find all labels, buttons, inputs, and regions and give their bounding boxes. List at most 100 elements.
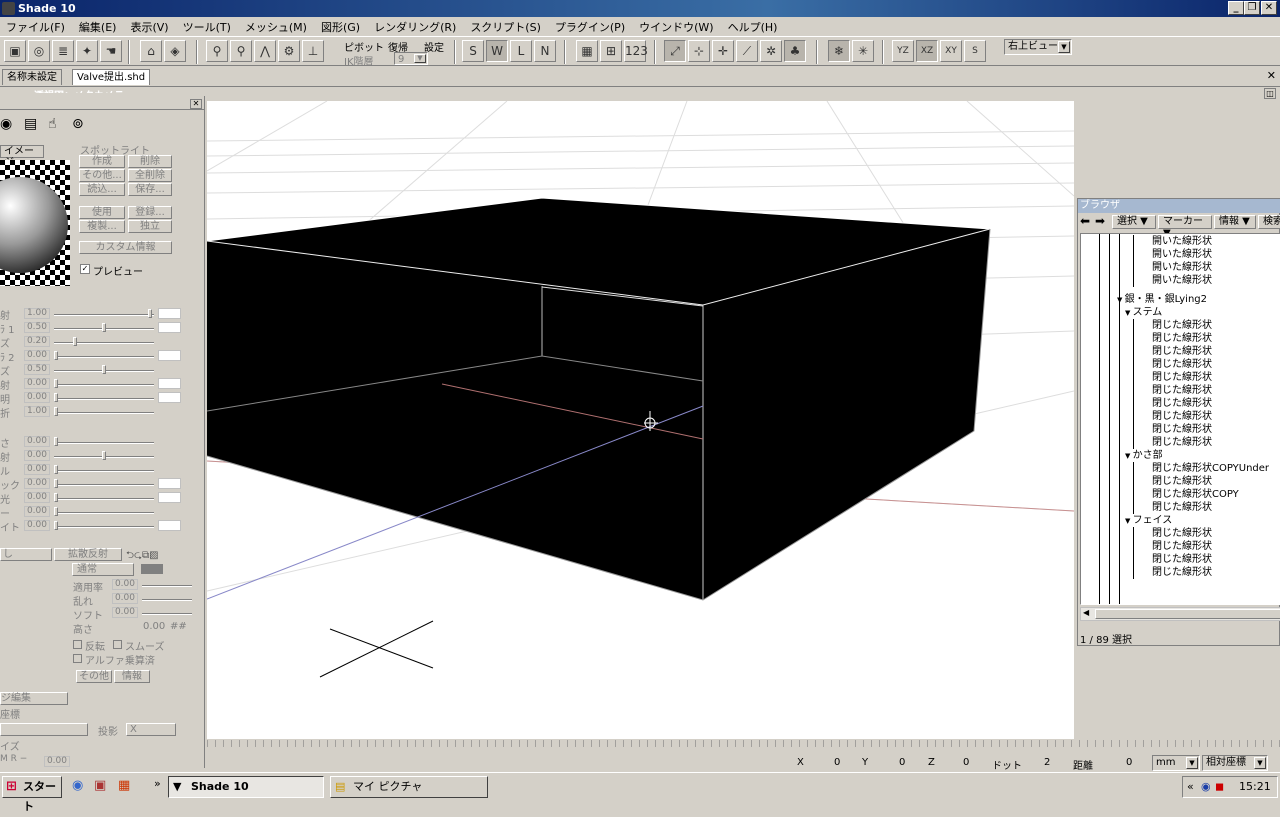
expand-triangle-icon[interactable]: ▼	[1125, 517, 1133, 525]
register-button[interactable]: 登録...	[128, 206, 172, 219]
tree-row[interactable]: 閉じた線形状	[1133, 553, 1280, 566]
snap2-icon[interactable]: ⊹	[688, 40, 710, 62]
slider-thumb[interactable]	[54, 393, 58, 402]
xz-view-button[interactable]: XZ	[916, 40, 938, 62]
grid-icon[interactable]: ▦	[576, 40, 598, 62]
menu-plugin[interactable]: プラグイン(P)	[555, 19, 625, 35]
slider-value[interactable]: 0.50	[24, 322, 50, 333]
browser-search-button[interactable]: 検索	[1258, 215, 1280, 229]
slider-thumb[interactable]	[54, 379, 58, 388]
mapping-type-select[interactable]: 拡散反射	[54, 548, 122, 561]
color-swatch[interactable]	[158, 350, 181, 361]
slider-value[interactable]: 0.00	[24, 450, 50, 461]
color-swatch[interactable]	[158, 492, 181, 503]
n-tool-icon[interactable]: N	[534, 40, 556, 62]
minimize-button[interactable]: _	[1228, 1, 1244, 15]
color-swatch[interactable]	[158, 322, 181, 333]
tree-row[interactable]: 閉じた線形状	[1133, 501, 1280, 514]
menu-shape[interactable]: 図形(G)	[321, 19, 360, 35]
pivot-label[interactable]: ピボット	[344, 39, 384, 54]
tray-expand-icon[interactable]: «	[1187, 777, 1194, 797]
slider-value[interactable]: 0.50	[24, 364, 50, 375]
bone-icon[interactable]: ⋀	[254, 40, 276, 62]
browser-select-menu[interactable]: 選択 ▼	[1112, 215, 1156, 229]
rate-value[interactable]: 0.00	[112, 579, 138, 590]
slider-track[interactable]	[54, 526, 154, 528]
tree-row[interactable]: 閉じた線形状	[1133, 475, 1280, 488]
delete-button[interactable]: 削除	[128, 155, 172, 168]
axis-icon[interactable]: ⊥	[302, 40, 324, 62]
tree-row[interactable]: ▼ かさ部	[1125, 449, 1280, 462]
s-tool-icon[interactable]: S	[462, 40, 484, 62]
tree-row[interactable]: 開いた線形状	[1133, 261, 1280, 274]
slider-value[interactable]: 0.00	[24, 520, 50, 531]
star-icon[interactable]: ✳	[852, 40, 874, 62]
browser-hscrollbar[interactable]: ◀	[1080, 607, 1280, 621]
menu-edit[interactable]: 編集(E)	[79, 19, 117, 35]
slider-thumb[interactable]	[102, 365, 106, 374]
xy-view-button[interactable]: XY	[940, 40, 962, 62]
color-swatch[interactable]	[158, 478, 181, 489]
joint2-icon[interactable]: ⚲	[230, 40, 252, 62]
expand-triangle-icon[interactable]: ▼	[1125, 452, 1133, 460]
save-button[interactable]: 保存...	[128, 183, 172, 196]
tab-untitled[interactable]: 名称未設定	[2, 69, 62, 85]
slider-thumb[interactable]	[54, 493, 58, 502]
custom-info-select[interactable]: カスタム情報	[79, 241, 172, 254]
preview-checkbox[interactable]: ✓	[80, 264, 90, 274]
soft-slider[interactable]	[142, 613, 192, 615]
tree-row[interactable]: 閉じた線形状	[1133, 540, 1280, 553]
smooth-checkbox[interactable]	[113, 640, 122, 649]
menu-script[interactable]: スクリプト(S)	[470, 19, 541, 35]
menu-tools[interactable]: ツール(T)	[183, 19, 231, 35]
menu-window[interactable]: ウインドウ(W)	[639, 19, 713, 35]
tree-row[interactable]: 閉じた線形状	[1133, 436, 1280, 449]
tree-row[interactable]: 閉じた線形状COPYUnder	[1133, 462, 1280, 475]
copy-button[interactable]: 複製...	[79, 220, 125, 233]
tray-app-icon[interactable]: ◼	[1215, 777, 1224, 797]
slider-thumb[interactable]	[102, 451, 106, 460]
close-button[interactable]: ✕	[1261, 1, 1277, 15]
slider-value[interactable]: 1.00	[24, 308, 50, 319]
menu-view[interactable]: 表示(V)	[130, 19, 168, 35]
create-button[interactable]: 作成	[79, 155, 125, 168]
slider-thumb[interactable]	[54, 479, 58, 488]
browser-tree[interactable]: 開いた線形状 開いた線形状 開いた線形状 開いた線形状 ▼ 銀・黒・銀Lying2 ▼ ス…	[1080, 233, 1280, 605]
slider-value[interactable]: 0.00	[24, 378, 50, 389]
slider-value[interactable]: 0.00	[24, 350, 50, 361]
crosshair-icon[interactable]: ✛	[712, 40, 734, 62]
tree-row[interactable]: 閉じた線形状	[1133, 397, 1280, 410]
mapping-other-button[interactable]: その他	[76, 670, 112, 683]
snap-icon[interactable]: ⤢	[664, 40, 686, 62]
slider-track[interactable]	[54, 314, 154, 316]
slider-track[interactable]	[54, 384, 154, 386]
invert-checkbox[interactable]	[73, 640, 82, 649]
scroll-thumb[interactable]	[1095, 609, 1280, 619]
render-icon[interactable]: ⌂	[140, 40, 162, 62]
tab-valve[interactable]: Valve提出.shd	[72, 69, 151, 85]
tree-row[interactable]: 閉じた線形状	[1133, 371, 1280, 384]
menu-file[interactable]: ファイル(F)	[6, 19, 65, 35]
slider-track[interactable]	[54, 498, 154, 500]
taskbar-shade10[interactable]: ▼ Shade 10	[168, 776, 324, 798]
size-value[interactable]: 0.00	[44, 756, 70, 767]
slider-value[interactable]: 0.00	[24, 392, 50, 403]
hand-tab-icon[interactable]: ☝	[48, 116, 57, 132]
use-select[interactable]: 使用	[79, 206, 125, 219]
taskbar-my-pictures[interactable]: ▤ マイ ピクチャ	[330, 776, 488, 798]
tree-row[interactable]: ▼ ステム	[1125, 306, 1280, 319]
blend-select[interactable]: 通常	[72, 563, 134, 576]
tree-row[interactable]: 開いた線形状	[1133, 274, 1280, 287]
forward-arrow-icon[interactable]: ➡	[1095, 214, 1105, 228]
menu-mesh[interactable]: メッシュ(M)	[245, 19, 307, 35]
camera-icon[interactable]: ◈	[164, 40, 186, 62]
slider-track[interactable]	[54, 512, 154, 514]
slider-track[interactable]	[54, 412, 154, 414]
color-swatch[interactable]	[158, 520, 181, 531]
browser-marker-menu[interactable]: マーカー ▼	[1158, 215, 1212, 239]
mapping-none-select[interactable]: し	[0, 548, 52, 561]
slider-value[interactable]: 0.20	[24, 336, 50, 347]
sphere-tab-icon[interactable]: ◉	[0, 116, 12, 132]
projection-select[interactable]: X	[126, 723, 176, 736]
tree-row[interactable]: 閉じた線形状	[1133, 423, 1280, 436]
